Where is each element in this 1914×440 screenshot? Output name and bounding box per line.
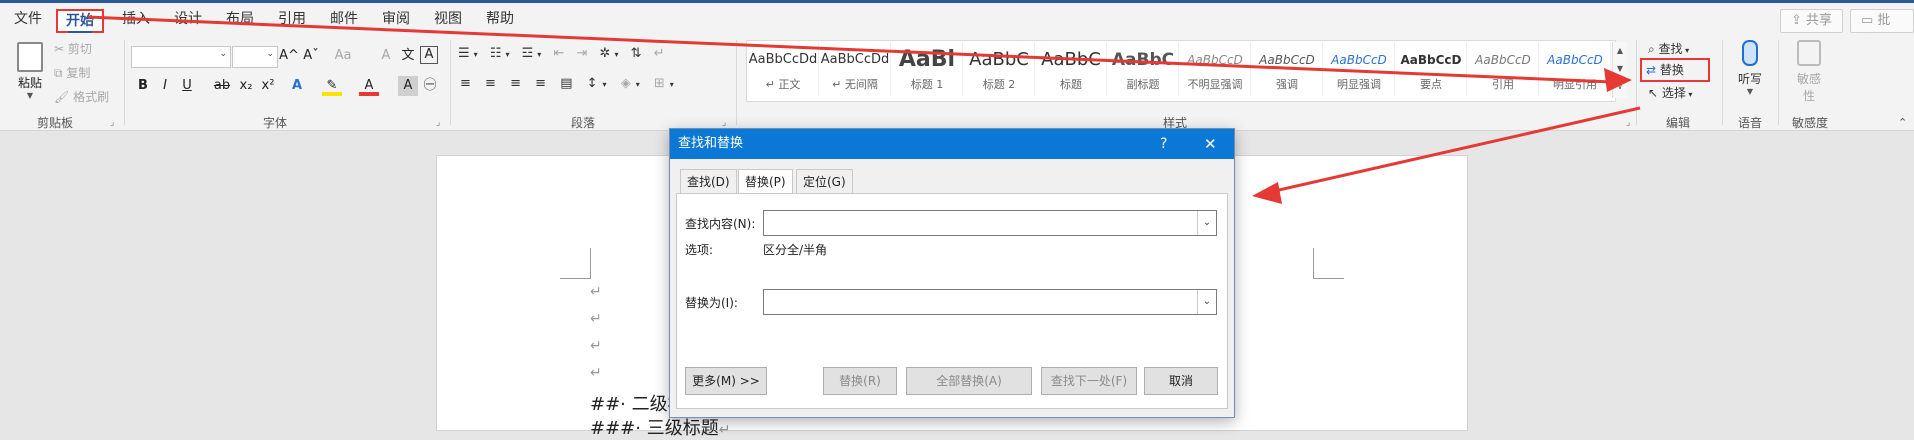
arrow-head bbox=[1604, 68, 1632, 92]
arrow-head bbox=[1252, 182, 1282, 204]
annotation-arrows bbox=[87, 15, 1641, 204]
arrow-replace-to-dialog bbox=[1269, 106, 1641, 194]
arrow-home-to-replace bbox=[87, 15, 1613, 84]
